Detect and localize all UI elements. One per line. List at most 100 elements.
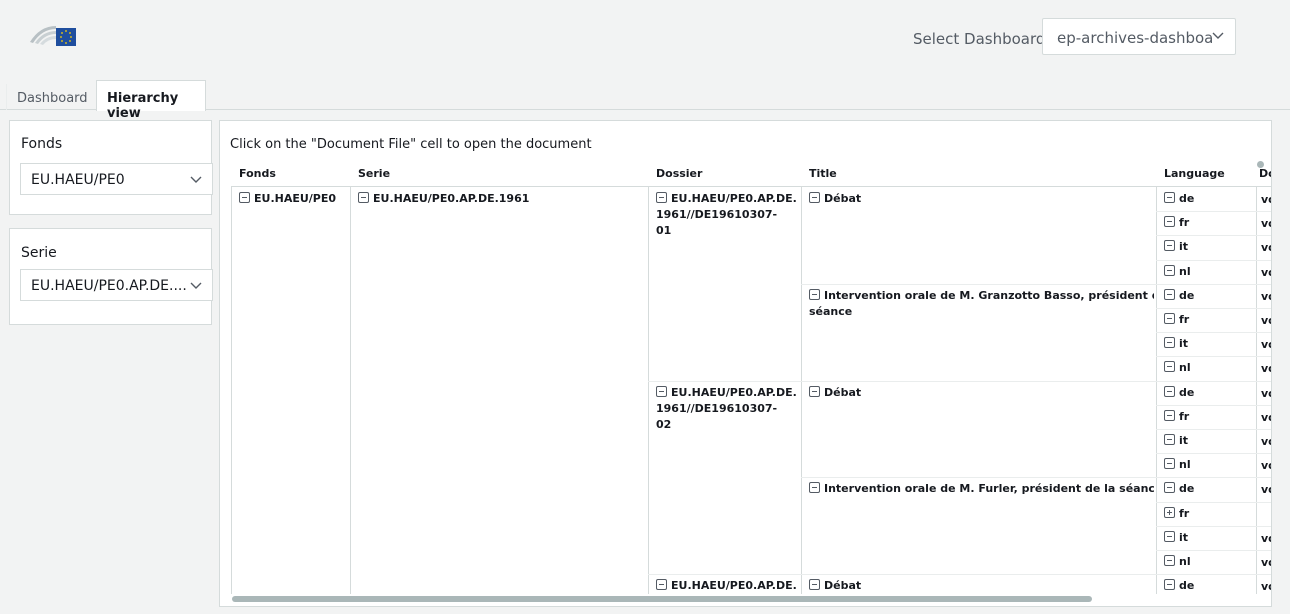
document-file-cell[interactable]: vo	[1261, 580, 1271, 593]
document-file-cell[interactable]: vo	[1261, 266, 1271, 279]
minus-square-icon[interactable]	[809, 385, 820, 397]
minus-square-icon[interactable]	[239, 192, 250, 203]
document-file-cell[interactable]: vo	[1261, 411, 1271, 424]
minus-square-icon[interactable]	[1164, 530, 1175, 542]
language-cell[interactable]: de	[1164, 288, 1254, 304]
plus-square-icon[interactable]	[1164, 506, 1175, 518]
dossier-cell[interactable]: EU.HAEU/PE0.AP.DE.	[656, 578, 798, 594]
fonds-select[interactable]: EU.HAEU/PE0	[20, 163, 213, 195]
title-cell[interactable]: Débat	[809, 191, 1154, 207]
minus-square-icon[interactable]	[656, 192, 667, 203]
minus-square-icon[interactable]	[1164, 434, 1175, 445]
header-divider	[231, 186, 1271, 187]
title-cell[interactable]: Débat	[809, 385, 1154, 401]
tab-dashboard[interactable]: Dashboard	[6, 84, 94, 110]
minus-square-icon[interactable]	[1164, 337, 1175, 349]
vertical-scroll-indicator[interactable]	[1257, 161, 1264, 168]
tab-bar: Dashboard Hierarchy view	[0, 74, 1290, 121]
document-file-cell[interactable]: vo	[1261, 532, 1271, 545]
title-cell[interactable]: Débat	[809, 578, 1154, 594]
minus-square-icon[interactable]	[1164, 240, 1175, 252]
title-cell-text: Intervention orale de M. Granzotto Basso…	[824, 288, 1154, 302]
language-cell[interactable]: fr	[1164, 215, 1254, 231]
title-cell[interactable]: Intervention orale de M. Furler, préside…	[809, 481, 1154, 497]
dossier-cell-text: 1961//DE19610307-	[656, 208, 778, 221]
language-cell[interactable]: nl	[1164, 457, 1254, 473]
minus-square-icon[interactable]	[1164, 216, 1175, 228]
language-cell[interactable]: de	[1164, 191, 1254, 207]
minus-square-icon[interactable]	[1164, 482, 1175, 494]
language-cell[interactable]: nl	[1164, 360, 1254, 376]
language-cell[interactable]: it	[1164, 433, 1254, 449]
minus-square-icon[interactable]	[809, 288, 820, 300]
language-code: de	[1179, 579, 1195, 593]
tab-hierarchy-view[interactable]: Hierarchy view	[96, 80, 206, 121]
document-file-cell[interactable]: vo	[1261, 314, 1271, 327]
document-file-cell[interactable]: vo	[1261, 338, 1271, 351]
language-cell[interactable]: fr	[1164, 506, 1254, 522]
column-header-language[interactable]: Language	[1156, 164, 1256, 186]
language-cell[interactable]: fr	[1164, 409, 1254, 425]
title-cell-text: Débat	[824, 579, 862, 593]
document-file-cell[interactable]: vo	[1261, 387, 1271, 400]
horizontal-scrollbar[interactable]	[232, 596, 1092, 602]
fonds-cell[interactable]: EU.HAEU/PE0	[239, 191, 349, 207]
language-code: fr	[1179, 409, 1190, 423]
language-cell[interactable]: it	[1164, 530, 1254, 546]
language-cell[interactable]: nl	[1164, 264, 1254, 280]
document-file-cell[interactable]: vo	[1261, 483, 1271, 496]
language-code: fr	[1179, 313, 1190, 326]
document-file-cell[interactable]: vo	[1261, 217, 1271, 230]
minus-square-icon[interactable]	[1164, 385, 1175, 397]
document-file-cell[interactable]: vo	[1261, 556, 1271, 569]
minus-square-icon[interactable]	[1164, 579, 1175, 591]
minus-square-icon[interactable]	[358, 192, 369, 203]
document-file-cell[interactable]: vo	[1261, 362, 1271, 375]
language-cell[interactable]: de	[1164, 481, 1254, 497]
minus-square-icon[interactable]	[1164, 288, 1175, 300]
dashboard-select[interactable]: ep-archives-dashboa	[1042, 18, 1236, 55]
title-cell[interactable]: Intervention orale de M. Granzotto Basso…	[809, 288, 1154, 320]
minus-square-icon[interactable]	[656, 385, 667, 397]
dossier-cell-text: 02	[656, 417, 672, 431]
serie-select[interactable]: EU.HAEU/PE0.AP.DE....	[20, 269, 213, 301]
document-file-cell[interactable]: vo	[1261, 241, 1271, 254]
column-divider	[1156, 187, 1157, 594]
hierarchy-grid: Fonds Serie Dossier Title Language Dc EU…	[231, 164, 1271, 594]
minus-square-icon[interactable]	[809, 192, 820, 203]
language-cell[interactable]: it	[1164, 336, 1254, 352]
minus-square-icon[interactable]	[1164, 264, 1175, 276]
column-header-title[interactable]: Title	[801, 164, 1156, 186]
minus-square-icon[interactable]	[1164, 458, 1175, 470]
title-cell-text: séance	[809, 304, 853, 318]
row-divider	[1156, 525, 1271, 527]
minus-square-icon[interactable]	[1164, 313, 1175, 324]
language-code: nl	[1179, 264, 1191, 278]
minus-square-icon[interactable]	[1164, 192, 1175, 203]
minus-square-icon[interactable]	[656, 579, 667, 591]
dossier-cell-text: 1961//DE19610307-	[656, 401, 778, 415]
minus-square-icon[interactable]	[1164, 361, 1175, 373]
language-cell[interactable]: de	[1164, 578, 1254, 594]
column-header-serie[interactable]: Serie	[350, 164, 648, 186]
serie-cell[interactable]: EU.HAEU/PE0.AP.DE.1961	[358, 191, 638, 207]
document-file-cell[interactable]: vo	[1261, 435, 1271, 448]
dossier-cell[interactable]: EU.HAEU/PE0.AP.DE. 1961//DE19610307- 01	[656, 191, 798, 239]
document-file-cell[interactable]: vo	[1261, 193, 1271, 206]
document-file-cell[interactable]: vo	[1261, 459, 1271, 472]
minus-square-icon[interactable]	[1164, 409, 1175, 421]
language-code: de	[1179, 482, 1195, 496]
document-file-cell[interactable]: vo	[1261, 290, 1271, 303]
minus-square-icon[interactable]	[809, 482, 820, 494]
language-cell[interactable]: fr	[1164, 312, 1254, 328]
language-cell[interactable]: de	[1164, 385, 1254, 401]
language-cell[interactable]: nl	[1164, 554, 1254, 570]
language-cell[interactable]: it	[1164, 239, 1254, 255]
language-code: it	[1179, 434, 1189, 447]
dossier-cell[interactable]: EU.HAEU/PE0.AP.DE. 1961//DE19610307- 02	[656, 385, 798, 433]
row-divider	[1156, 283, 1271, 285]
column-header-fonds[interactable]: Fonds	[231, 164, 350, 186]
column-header-dossier[interactable]: Dossier	[648, 164, 799, 186]
minus-square-icon[interactable]	[1164, 555, 1175, 566]
minus-square-icon[interactable]	[809, 579, 820, 591]
